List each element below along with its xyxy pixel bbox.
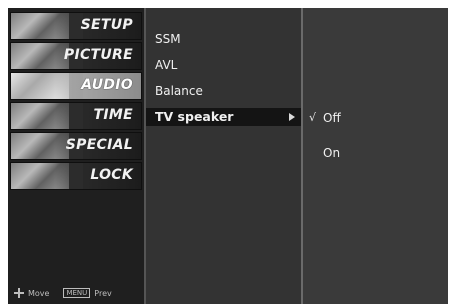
category-label: SPECIAL xyxy=(65,137,133,153)
option-label: Off xyxy=(323,111,341,125)
time-icon xyxy=(11,103,83,129)
audio-icon xyxy=(11,73,83,99)
category-label: LOCK xyxy=(90,167,133,183)
option-on[interactable]: On xyxy=(303,144,448,162)
category-label: SETUP xyxy=(80,17,133,33)
category-special[interactable]: SPECIAL xyxy=(10,132,142,160)
tv-osd-menu: SETUP PICTURE AUDIO TIME SPECIAL LOCK Mo… xyxy=(8,8,448,304)
submenu-item-label: Balance xyxy=(155,84,203,98)
submenu-item-avl[interactable]: AVL xyxy=(146,56,301,74)
setup-icon xyxy=(11,13,83,39)
category-lock[interactable]: LOCK xyxy=(10,162,142,190)
category-setup[interactable]: SETUP xyxy=(10,12,142,40)
checkmark-icon: √ xyxy=(309,111,317,124)
submenu-item-label: AVL xyxy=(155,58,178,72)
picture-icon xyxy=(11,43,83,69)
dpad-icon xyxy=(14,288,24,298)
hint-prev-label: Prev xyxy=(94,288,112,298)
menu-key-icon: MENU xyxy=(63,288,91,298)
option-off[interactable]: √ Off xyxy=(303,109,448,127)
category-label: PICTURE xyxy=(63,47,133,63)
navigation-hint: Move MENU Prev xyxy=(14,288,112,298)
category-time[interactable]: TIME xyxy=(10,102,142,130)
special-icon xyxy=(11,133,83,159)
audio-submenu: SSM AVL Balance TV speaker xyxy=(146,8,303,304)
submenu-item-tv-speaker[interactable]: TV speaker xyxy=(146,108,301,126)
category-label: TIME xyxy=(93,107,133,123)
submenu-arrow-icon xyxy=(289,113,295,121)
category-audio[interactable]: AUDIO xyxy=(10,72,142,100)
category-menu: SETUP PICTURE AUDIO TIME SPECIAL LOCK Mo… xyxy=(8,8,146,304)
category-picture[interactable]: PICTURE xyxy=(10,42,142,70)
category-label: AUDIO xyxy=(81,77,133,93)
lock-icon xyxy=(11,163,83,189)
option-label: On xyxy=(323,146,341,160)
submenu-item-balance[interactable]: Balance xyxy=(146,82,301,100)
submenu-item-ssm[interactable]: SSM xyxy=(146,30,301,48)
submenu-item-label: SSM xyxy=(155,32,181,46)
tv-speaker-options: √ Off On xyxy=(303,8,448,304)
submenu-item-label: TV speaker xyxy=(155,109,234,124)
hint-move-label: Move xyxy=(28,288,50,298)
